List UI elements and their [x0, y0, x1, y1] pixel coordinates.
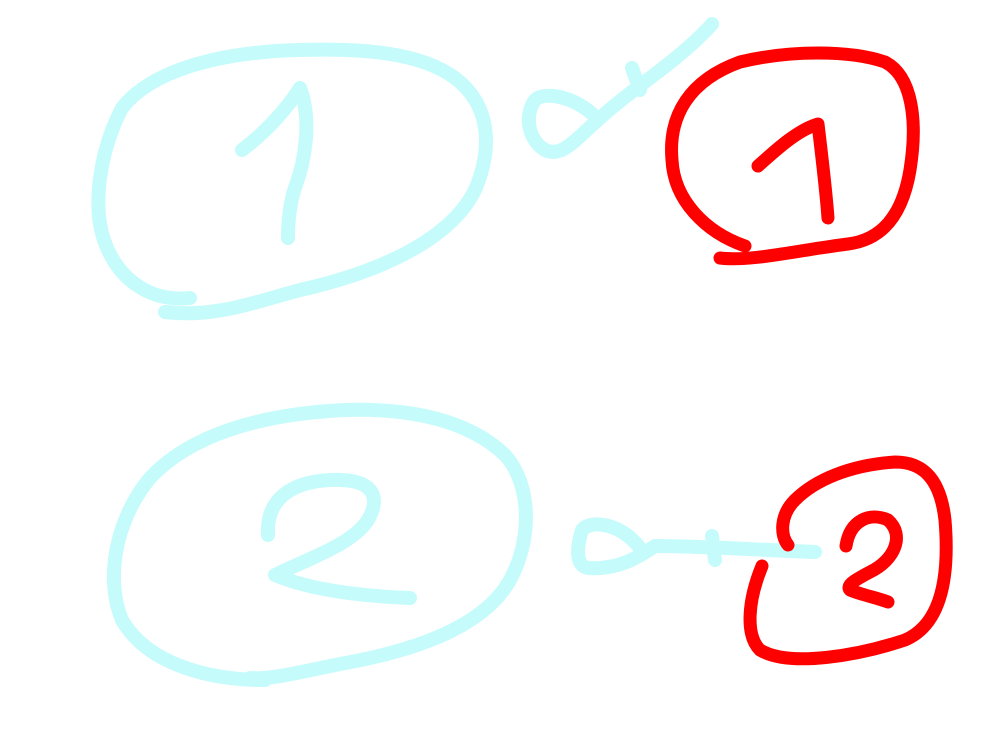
pair-1-connector [521, 17, 719, 159]
pair-2 [106, 402, 953, 687]
pair-1-connector-tick [625, 61, 647, 97]
pair-1 [91, 17, 920, 321]
pair-1-right-digit [751, 117, 835, 225]
pair-1-right-circle [665, 46, 920, 266]
drawing-canvas [91, 17, 953, 687]
pair-1-left-digit [235, 81, 314, 245]
pair-2-connector-tick [705, 529, 722, 567]
pair-2-left-circle [106, 402, 533, 687]
pair-2-right-digit [839, 510, 903, 609]
pair-2-right-circle [743, 455, 953, 666]
pair-2-left-digit [260, 472, 417, 605]
